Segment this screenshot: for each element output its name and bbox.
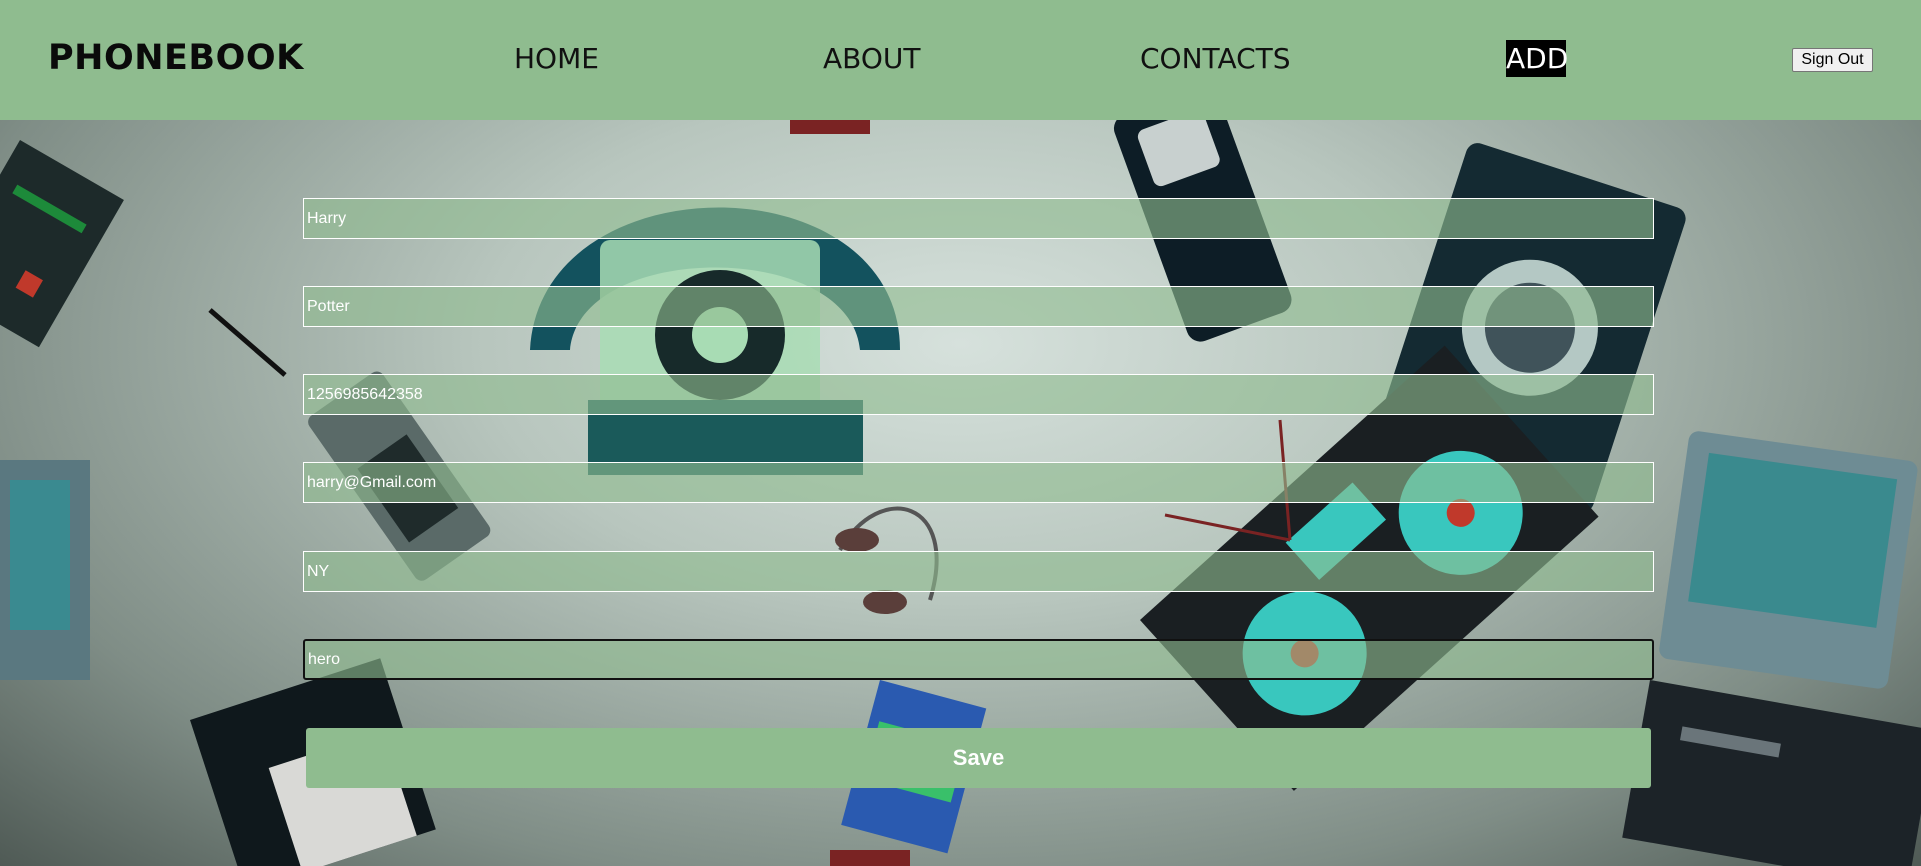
sign-out-button[interactable]: Sign Out (1792, 48, 1873, 72)
first-name-field[interactable] (303, 198, 1654, 239)
phone-field[interactable] (303, 374, 1654, 415)
nav-contacts[interactable]: CONTACTS (1140, 42, 1291, 75)
last-name-field[interactable] (303, 286, 1654, 327)
navbar: PHONEBOOK HOME ABOUT CONTACTS ADD Sign O… (0, 0, 1921, 120)
email-field[interactable] (303, 462, 1654, 503)
nav-about[interactable]: ABOUT (823, 42, 921, 75)
nav-add[interactable]: ADD (1506, 40, 1568, 77)
nav-home[interactable]: HOME (514, 42, 599, 75)
city-field[interactable] (303, 551, 1654, 592)
rotary-phone-art (530, 207, 900, 475)
brand-logo: PHONEBOOK (48, 38, 304, 78)
save-button[interactable]: Save (306, 728, 1651, 788)
notes-field[interactable] (303, 639, 1654, 680)
